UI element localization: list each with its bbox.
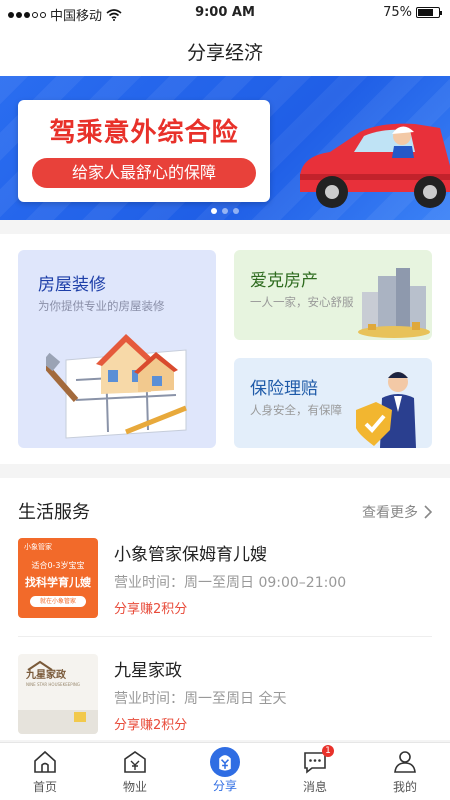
message-icon-wrap: 1 (302, 745, 334, 775)
battery-fill (418, 9, 433, 16)
service-thumbnail: 九星家政 NINE STAR HOUSEKEEPING (18, 654, 98, 734)
car-illustration (300, 123, 450, 208)
card-desc: 为你提供专业的房屋装修 (38, 299, 165, 313)
insurance-agent-illustration (356, 372, 416, 448)
promo-banner[interactable]: 驾乘意外综合险 给家人最舒心的保障 (0, 76, 450, 220)
carousel-indicator[interactable] (0, 208, 450, 214)
tab-label: 我的 (392, 780, 417, 794)
list-item[interactable]: 小象管家 适合0-3岁宝宝 找科学育儿嫂 就在小象管家 小象管家保姆育儿嫂 营业… (0, 536, 450, 636)
list-item[interactable]: 九星家政 NINE STAR HOUSEKEEPING 九星家政 营业时间：周一… (0, 652, 450, 752)
card-title: 爱克房产 (250, 271, 318, 291)
carousel-dot[interactable] (222, 208, 228, 214)
tab-label: 消息 (302, 780, 327, 794)
service-name: 小象管家保姆育儿嫂 (114, 545, 267, 565)
share-icon (210, 747, 240, 777)
banner-subtitle: 给家人最舒心的保障 (32, 158, 256, 188)
life-services: 生活服务 查看更多 小象管家 适合0-3岁宝宝 找科学育儿嫂 就在小象管家 小象… (0, 478, 450, 740)
service-hours: 营业时间：周一至周日 全天 (114, 691, 287, 707)
thumb-line1: 适合0-3岁宝宝 (31, 561, 85, 570)
thumb-line3: 就在小象管家 (30, 596, 86, 607)
page-title: 分享经济 (186, 41, 263, 64)
service-thumbnail: 小象管家 适合0-3岁宝宝 找科学育儿嫂 就在小象管家 (18, 538, 98, 618)
banner-title: 驾乘意外综合险 (49, 118, 239, 148)
tab-share[interactable]: 分享 (180, 743, 270, 800)
card-real-estate[interactable]: 爱克房产 一人一家，安心舒服 (234, 250, 432, 340)
nav-bar: 分享经济 (0, 26, 450, 76)
carousel-dot[interactable] (211, 208, 217, 214)
tab-profile[interactable]: 我的 (360, 743, 450, 800)
tab-home[interactable]: 首页 (0, 743, 90, 800)
profile-icon (394, 751, 416, 773)
carousel-dot[interactable] (233, 208, 239, 214)
view-more-link[interactable]: 查看更多 (362, 502, 432, 522)
bottom-tab-bar: 首页 物业 分享 1 消息 我的 (0, 742, 450, 800)
thumb-sub: NINE STAR HOUSEKEEPING (26, 682, 80, 687)
buildings-illustration (358, 268, 430, 338)
card-desc: 人身安全，有保障 (250, 403, 342, 417)
thumb-brand: 小象管家 (24, 543, 52, 551)
tab-property[interactable]: 物业 (90, 743, 180, 800)
tab-label: 分享 (212, 779, 237, 793)
unread-badge: 1 (322, 745, 334, 757)
card-house-renovation[interactable]: 房屋装修 为你提供专业的房屋装修 (18, 250, 216, 448)
tab-label: 首页 (32, 780, 57, 794)
card-insurance-claims[interactable]: 保险理赔 人身安全，有保障 (234, 358, 432, 448)
share-reward: 分享赚2积分 (114, 718, 188, 733)
battery-icon (416, 7, 442, 18)
section-title: 生活服务 (18, 502, 90, 523)
battery-percent: 75% (383, 5, 412, 20)
thumb-line2: 找科学育儿嫂 (25, 576, 91, 589)
home-icon (34, 750, 56, 773)
service-name: 九星家政 (114, 661, 182, 681)
chevron-right-icon (424, 505, 432, 519)
tab-messages[interactable]: 1 消息 (270, 743, 360, 800)
card-title: 房屋装修 (38, 275, 106, 295)
share-reward: 分享赚2积分 (114, 602, 188, 617)
status-bar: 中国移动 9:00 AM 75% (0, 0, 450, 26)
status-right: 75% (383, 5, 442, 20)
banner-text-card: 驾乘意外综合险 给家人最舒心的保障 (18, 100, 270, 202)
card-desc: 一人一家，安心舒服 (250, 295, 354, 309)
property-icon (124, 751, 146, 773)
service-hours: 营业时间：周一至周日 09:00–21:00 (114, 575, 347, 591)
category-cards: 房屋装修 为你提供专业的房屋装修 爱克房产 一人一家，安心舒服 保险理赔 人身安… (0, 234, 450, 464)
divider (18, 636, 432, 637)
tab-label: 物业 (122, 780, 147, 794)
house-blueprint-illustration (46, 334, 187, 439)
thumb-brand: 九星家政 (26, 670, 66, 681)
view-more-label: 查看更多 (362, 505, 418, 521)
card-title: 保险理赔 (250, 379, 318, 399)
